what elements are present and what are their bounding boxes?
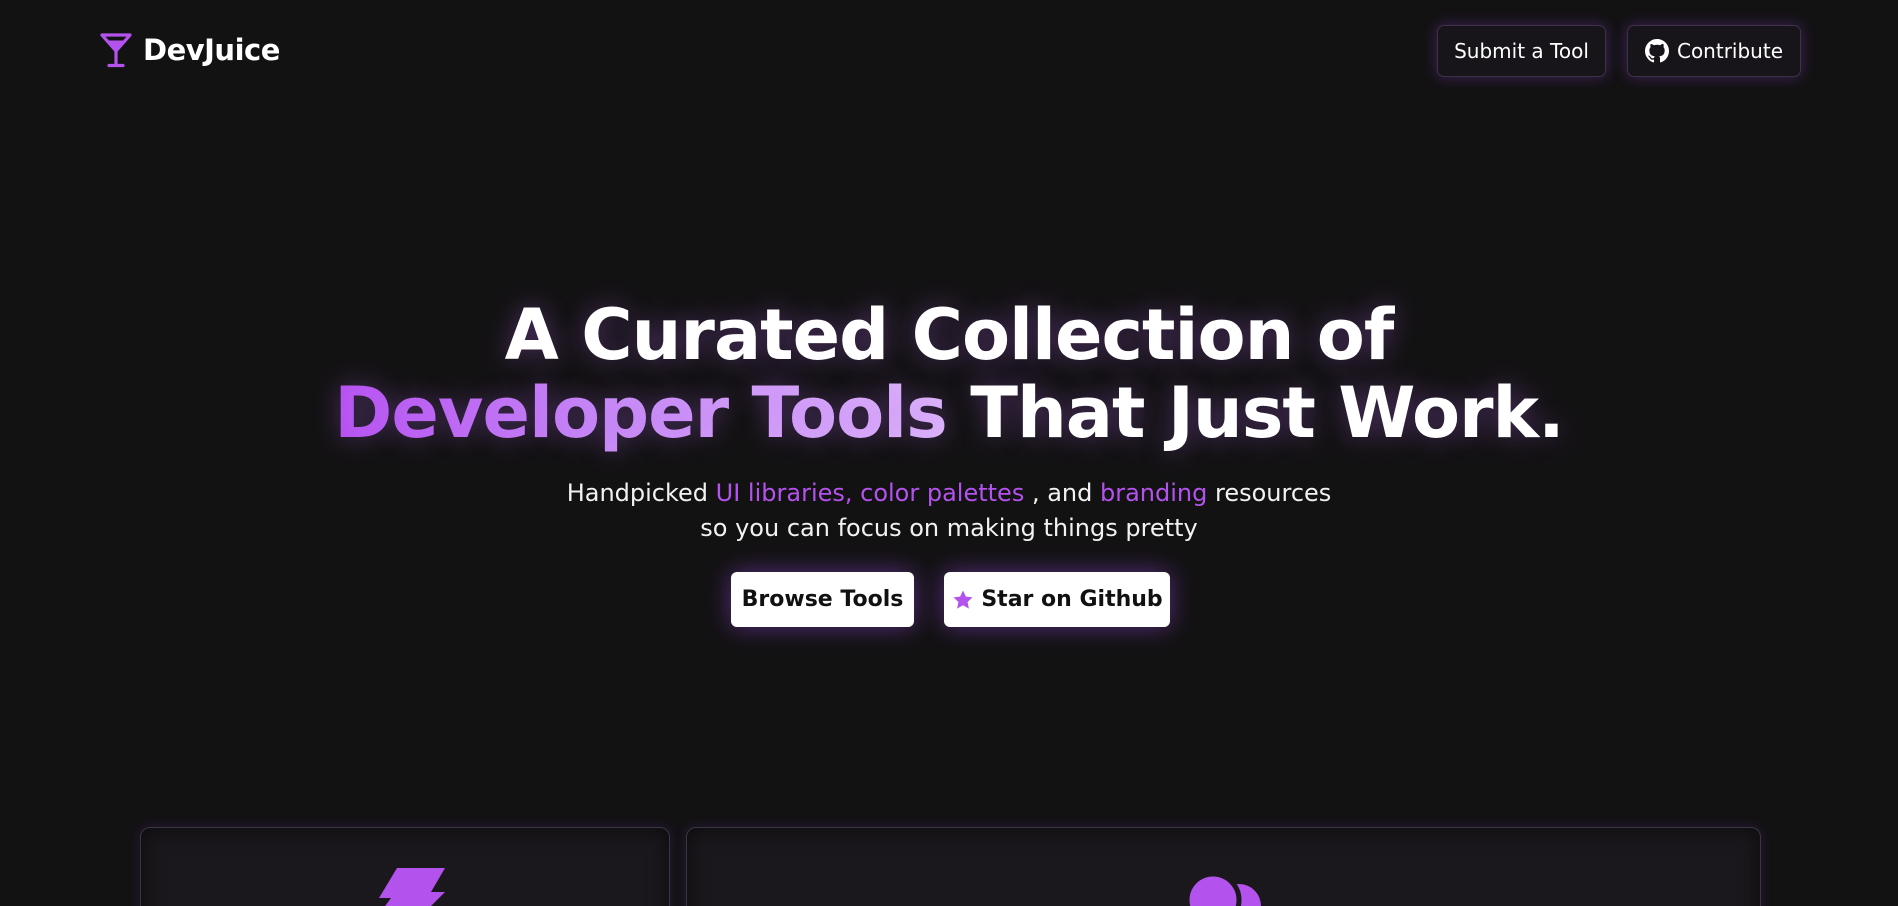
hero-title-line1: A Curated Collection of — [504, 294, 1395, 376]
browse-tools-button[interactable]: Browse Tools — [731, 572, 914, 627]
navbar: DevJuice Submit a Tool Contribute — [0, 0, 1898, 100]
cocktail-glass-icon — [100, 33, 132, 68]
palette-circles-icon — [1184, 871, 1261, 906]
browse-tools-label: Browse Tools — [741, 587, 904, 612]
star-on-github-label: Star on Github — [981, 587, 1163, 612]
hero-sub-highlight-ui: UI libraries, color palettes — [715, 479, 1025, 507]
brand-logo-link[interactable]: DevJuice — [99, 30, 280, 70]
hero-title: A Curated Collection of Developer Tools … — [0, 296, 1898, 452]
star-on-github-button[interactable]: Star on Github — [944, 572, 1170, 627]
feature-card[interactable] — [686, 827, 1761, 906]
lightning-bolt-icon — [379, 868, 445, 906]
hero-title-rest: That Just Work. — [946, 372, 1565, 454]
github-icon — [1644, 39, 1669, 63]
hero-sub-mid: , and — [1024, 479, 1100, 507]
star-icon — [953, 590, 973, 609]
page: DevJuice Submit a Tool Contribute A Cura… — [0, 0, 1898, 906]
hero-sub-prefix: Handpicked — [566, 479, 716, 507]
brand-name: DevJuice — [143, 33, 280, 67]
contribute-label: Contribute — [1676, 39, 1783, 63]
submit-tool-label: Submit a Tool — [1454, 39, 1589, 63]
feature-card[interactable] — [140, 827, 670, 906]
hero-sub-line2: so you can focus on making things pretty — [700, 514, 1198, 542]
hero-sub-highlight-branding: branding — [1100, 479, 1208, 507]
hero-sub-suffix: resources — [1207, 479, 1332, 507]
contribute-button[interactable]: Contribute — [1627, 25, 1801, 77]
hero-subtitle: Handpicked UI libraries, color palettes … — [0, 476, 1898, 546]
submit-tool-button[interactable]: Submit a Tool — [1437, 25, 1606, 77]
hero-title-accent: Developer Tools — [334, 372, 948, 454]
